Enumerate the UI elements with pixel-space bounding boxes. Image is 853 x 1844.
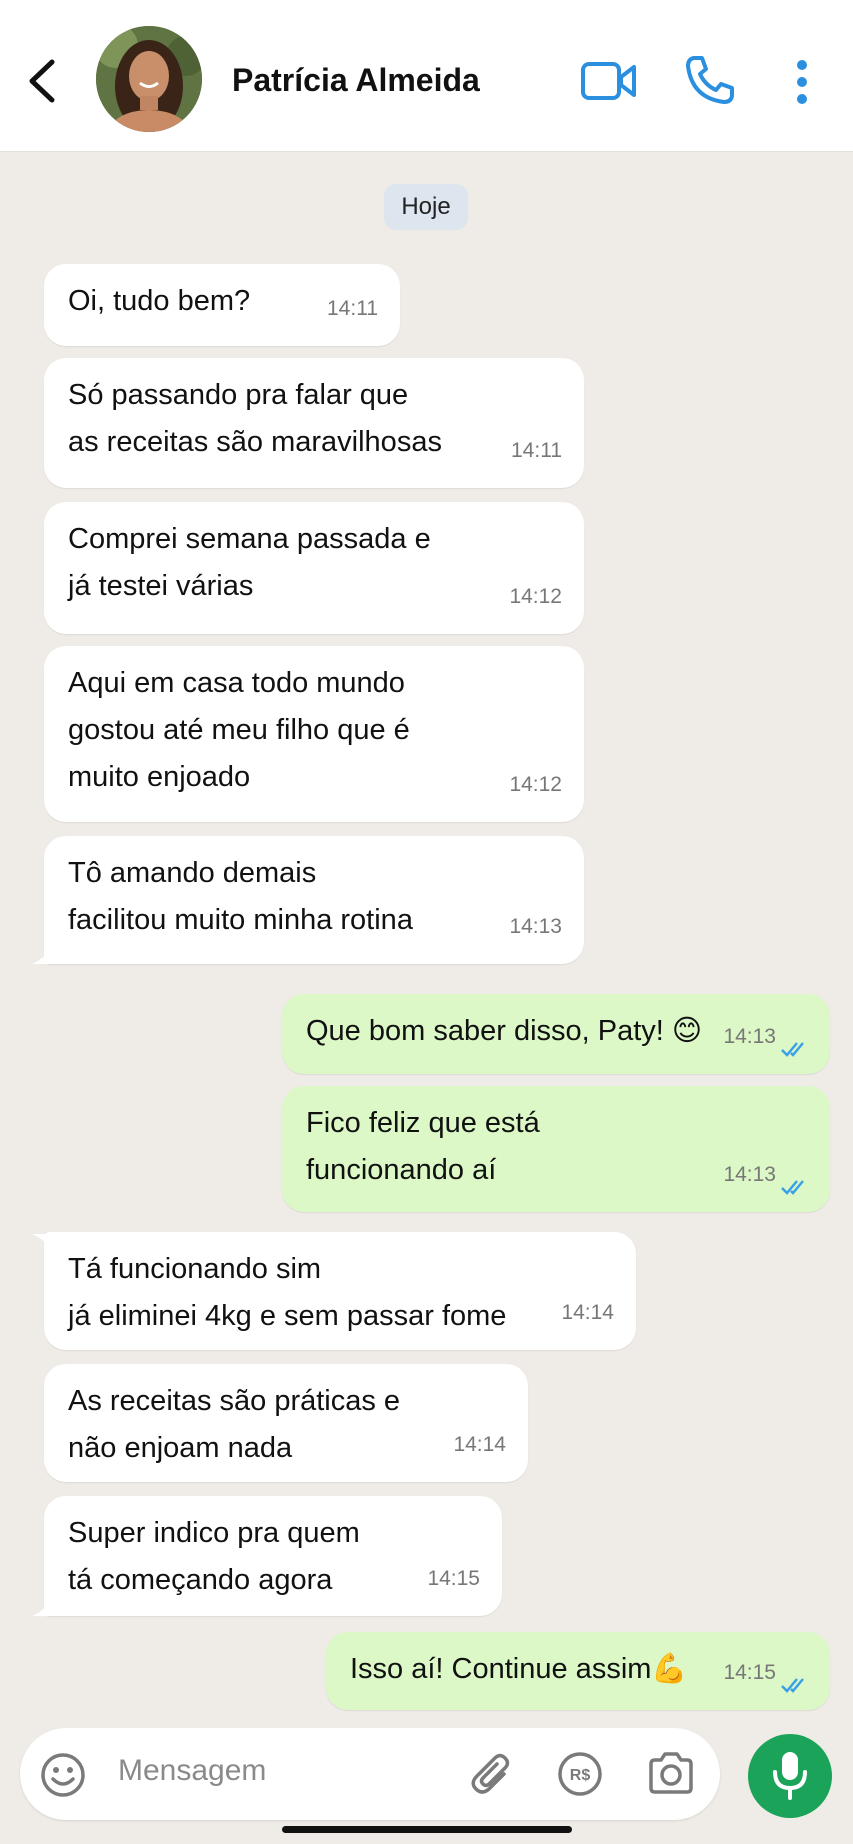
mic-icon bbox=[773, 1752, 807, 1800]
message-time: 14:14 bbox=[453, 1433, 506, 1456]
message-bubble-incoming[interactable]: Aqui em casa todo mundo gostou até meu f… bbox=[44, 646, 584, 822]
svg-text:R$: R$ bbox=[570, 1767, 591, 1784]
message-text: Aqui em casa todo mundo gostou até meu f… bbox=[68, 667, 410, 793]
mic-button[interactable] bbox=[748, 1734, 832, 1818]
message-time: 14:15 bbox=[427, 1567, 480, 1590]
home-indicator bbox=[282, 1826, 572, 1833]
attach-icon[interactable] bbox=[470, 1750, 516, 1798]
camera-icon[interactable] bbox=[646, 1750, 696, 1796]
message-time: 14:12 bbox=[509, 773, 562, 796]
message-time: 14:14 bbox=[561, 1301, 614, 1324]
message-time: 14:13 bbox=[723, 1025, 776, 1048]
message-bubble-incoming[interactable]: Só passando pra falar que as receitas sã… bbox=[44, 358, 584, 488]
date-separator: Hoje bbox=[384, 184, 468, 230]
message-bubble-incoming[interactable]: Comprei semana passada e já testei vária… bbox=[44, 502, 584, 634]
message-text: As receitas são práticas e não enjoam na… bbox=[68, 1385, 401, 1464]
bubble-tail bbox=[32, 944, 54, 964]
payment-icon[interactable]: R$ bbox=[556, 1750, 604, 1798]
chat-header: Patrícia Almeida bbox=[0, 0, 853, 152]
avatar-photo bbox=[96, 26, 202, 132]
bubble-tail bbox=[32, 1234, 54, 1254]
message-text: Tô amando demais facilitou muito minha r… bbox=[68, 857, 413, 936]
emoji-icon[interactable] bbox=[40, 1752, 86, 1798]
message-composer[interactable]: Mensagem R$ bbox=[20, 1728, 720, 1820]
read-receipt-icon bbox=[781, 1678, 804, 1693]
message-time: 14:12 bbox=[509, 585, 562, 608]
message-bubble-incoming[interactable]: Tá funcionando sim já eliminei 4kg e sem… bbox=[44, 1232, 636, 1350]
message-bubble-incoming[interactable]: Super indico pra quem tá começando agora… bbox=[44, 1496, 502, 1616]
avatar[interactable] bbox=[96, 26, 202, 132]
message-bubble-outgoing[interactable]: Isso aí! Continue assim💪 14:15 bbox=[326, 1632, 830, 1710]
message-time: 14:13 bbox=[509, 915, 562, 938]
message-bubble-outgoing[interactable]: Que bom saber disso, Paty! 😊 14:13 bbox=[282, 994, 830, 1074]
message-text: Tá funcionando sim já eliminei 4kg e sem… bbox=[68, 1253, 507, 1332]
message-time: 14:15 bbox=[723, 1661, 776, 1684]
message-time: 14:11 bbox=[327, 297, 378, 320]
video-call-icon[interactable] bbox=[580, 58, 638, 104]
phone-icon[interactable] bbox=[684, 54, 736, 106]
message-time: 14:13 bbox=[723, 1163, 776, 1186]
back-arrow-icon[interactable] bbox=[22, 56, 62, 106]
message-bubble-incoming[interactable]: Tô amando demais facilitou muito minha r… bbox=[44, 836, 584, 964]
bubble-tail bbox=[32, 1596, 54, 1616]
more-options-icon[interactable] bbox=[790, 58, 814, 106]
message-text: Super indico pra quem tá começando agora bbox=[68, 1517, 360, 1596]
message-bubble-incoming[interactable]: As receitas são práticas e não enjoam na… bbox=[44, 1364, 528, 1482]
message-input[interactable]: Mensagem bbox=[118, 1754, 266, 1788]
message-bubble-incoming[interactable]: Oi, tudo bem? 14:11 bbox=[44, 264, 400, 346]
contact-name[interactable]: Patrícia Almeida bbox=[232, 62, 480, 99]
read-receipt-icon bbox=[781, 1180, 804, 1195]
message-time: 14:11 bbox=[511, 439, 562, 462]
message-text: Só passando pra falar que as receitas sã… bbox=[68, 379, 442, 458]
message-bubble-outgoing[interactable]: Fico feliz que está funcionando aí 14:13 bbox=[282, 1086, 830, 1212]
read-receipt-icon bbox=[781, 1042, 804, 1057]
message-text: Comprei semana passada e já testei vária… bbox=[68, 523, 431, 602]
